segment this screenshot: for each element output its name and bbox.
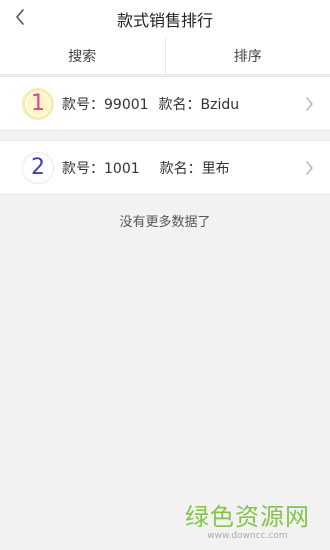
list-item[interactable]: 2 款号：1001 款名：里布 — [0, 140, 330, 195]
style-name-label: 款名： — [158, 96, 201, 113]
style-code-label: 款号： — [62, 160, 104, 177]
chevron-right-icon — [306, 97, 313, 111]
filter-bar: 搜索 排序 — [0, 38, 330, 75]
style-name: 款名：里布 — [160, 158, 230, 178]
sort-button[interactable]: 排序 — [164, 38, 330, 74]
style-name-value: 里布 — [201, 160, 230, 177]
style-name: 款名：Bzidu — [159, 94, 240, 114]
watermark-title: 绿色资源网 — [185, 503, 310, 531]
chevron-left-icon — [16, 9, 24, 25]
search-button[interactable]: 搜索 — [0, 38, 165, 74]
watermark-logo: 绿色资源网 www.downcc.com — [185, 504, 310, 542]
style-name-label: 款名： — [159, 160, 202, 177]
style-name-value: Bzidu — [200, 96, 240, 113]
no-more-data-message: 没有更多数据了 — [119, 215, 211, 230]
style-code-value: 99001 — [104, 96, 149, 113]
style-code: 款号：1001 — [62, 158, 140, 178]
rank-badge: 1 — [22, 87, 54, 120]
style-code-label: 款号： — [62, 96, 104, 113]
top-navigation-bar: 款式销售排行 — [0, 0, 330, 39]
list-item[interactable]: 1 款号：99001 款名：Bzidu — [0, 76, 330, 131]
watermark-url: www.downcc.com — [207, 531, 288, 541]
style-code-value: 1001 — [104, 160, 140, 177]
rank-badge: 2 — [22, 151, 54, 184]
chevron-right-icon — [306, 161, 313, 175]
page-title: 款式销售排行 — [116, 11, 213, 30]
back-button[interactable] — [6, 3, 34, 31]
style-code: 款号：99001 — [62, 94, 149, 114]
